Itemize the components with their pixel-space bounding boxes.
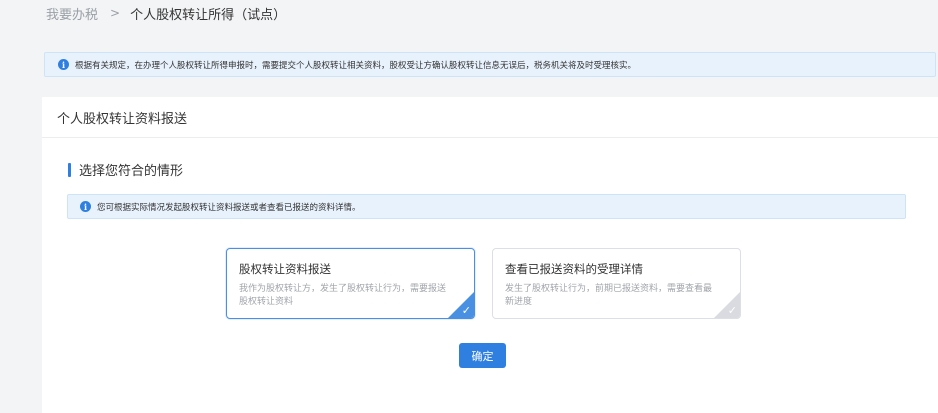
breadcrumb-root-link[interactable]: 我要办税 xyxy=(46,4,98,23)
option-title: 股权转让资料报送 xyxy=(239,262,331,276)
top-notice-text: 根据有关规定，在办理个人股权转让所得申报时，需要提交个人股权转让相关资料，股权受… xyxy=(75,60,637,71)
option-title: 查看已报送资料的受理详情 xyxy=(505,262,643,276)
check-icon: ✓ xyxy=(727,304,737,317)
inner-notice-banner: i 您可根据实际情况发起股权转让资料报送或者查看已报送的资料详情。 xyxy=(67,194,906,219)
transfer-materials-card: 个人股权转让资料报送 选择您符合的情形 i 您可根据实际情况发起股权转让资料报送… xyxy=(42,97,938,413)
top-notice-banner: i 根据有关规定，在办理个人股权转让所得申报时，需要提交个人股权转让相关资料，股… xyxy=(44,52,936,77)
breadcrumb-separator-icon: > xyxy=(110,6,121,20)
info-icon: i xyxy=(58,59,69,70)
info-icon: i xyxy=(80,201,91,212)
section-title-text: 选择您符合的情形 xyxy=(79,164,184,179)
option-description: 我作为股权转让方，发生了股权转让行为，需要报送股权转让资料 xyxy=(239,284,447,307)
card-header: 个人股权转让资料报送 xyxy=(42,97,938,138)
option-submit-materials[interactable]: 股权转让资料报送 我作为股权转让方，发生了股权转让行为，需要报送股权转让资料 ✓ xyxy=(226,248,475,319)
breadcrumb-current: 个人股权转让所得（试点） xyxy=(130,7,287,23)
confirm-button[interactable]: 确定 xyxy=(459,343,506,368)
option-view-details[interactable]: 查看已报送资料的受理详情 发生了股权转让行为，前期已报送资料，需要查看最新进度 … xyxy=(492,248,741,319)
section-title: 选择您符合的情形 xyxy=(68,160,183,179)
section-title-bar xyxy=(68,162,71,177)
inner-notice-text: 您可根据实际情况发起股权转让资料报送或者查看已报送的资料详情。 xyxy=(97,202,361,213)
check-icon: ✓ xyxy=(461,304,471,317)
breadcrumb: 我要办税 > 个人股权转让所得（试点） xyxy=(46,0,286,26)
card-title: 个人股权转让资料报送 xyxy=(57,111,188,127)
option-description: 发生了股权转让行为，前期已报送资料，需要查看最新进度 xyxy=(505,284,713,307)
